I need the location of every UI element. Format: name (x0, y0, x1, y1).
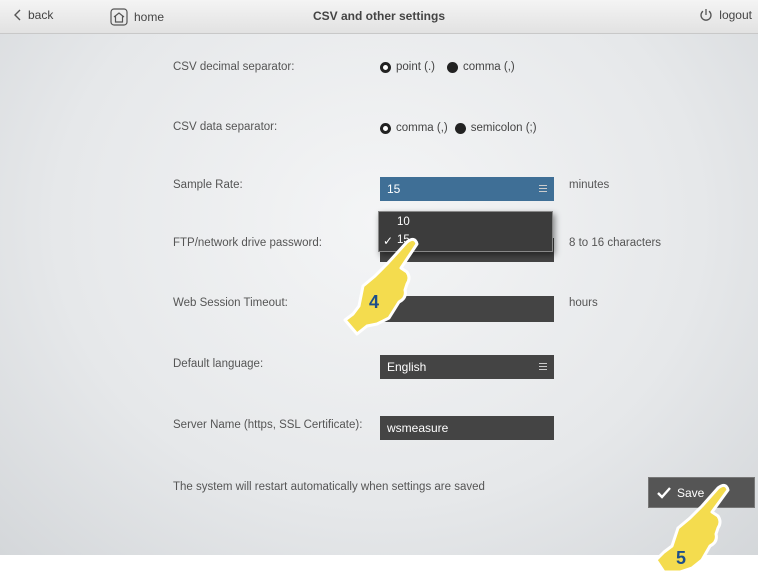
radio-point[interactable]: point (.) (380, 61, 435, 73)
ftp-password-hint: 8 to 16 characters (569, 237, 662, 249)
logout-label: logout (719, 8, 752, 22)
radio-selected-icon (380, 61, 391, 73)
session-timeout-unit: hours (569, 297, 598, 309)
step-5-label: 5 (676, 548, 686, 568)
server-name-label: Server Name (https, SSL Certificate): (173, 419, 363, 431)
server-name-input[interactable]: wsmeasure (380, 416, 554, 440)
pointing-hand-icon: 5 (654, 483, 730, 573)
radio-comma-data-label: comma (,) (396, 122, 448, 134)
session-timeout-label: Web Session Timeout: (173, 297, 288, 309)
sample-rate-unit: minutes (569, 179, 610, 191)
default-language-label: Default language: (173, 358, 264, 370)
radio-semicolon-label: semicolon (;) (470, 122, 537, 134)
step-4-label: 4 (369, 292, 379, 312)
pointing-hand-icon: 4 (343, 237, 419, 336)
dropdown-option-10[interactable]: 10 (397, 216, 410, 228)
power-icon (700, 9, 712, 21)
radio-semicolon[interactable]: semicolon (;) (454, 122, 537, 134)
sample-rate-select[interactable]: 15 (380, 177, 554, 201)
radio-comma[interactable]: comma (,) (447, 61, 515, 73)
radio-unselected-icon (454, 122, 466, 134)
radio-point-label: point (.) (396, 61, 435, 73)
logout-button[interactable]: logout (699, 8, 752, 22)
radio-unselected-icon (447, 61, 458, 73)
radio-comma-label: comma (,) (463, 61, 515, 73)
top-bar: back home CSV and other settings logout (0, 0, 758, 34)
ftp-password-label: FTP/network drive password: (173, 237, 322, 249)
radio-selected-icon (380, 122, 391, 134)
default-language-value: English (387, 360, 427, 374)
sample-rate-label: Sample Rate: (173, 179, 243, 191)
menu-icon (539, 185, 547, 192)
radio-comma-data[interactable]: comma (,) (380, 122, 448, 134)
decimal-separator-options: point (.) comma (,) (380, 61, 515, 73)
sample-rate-value: 15 (387, 182, 401, 196)
data-separator-label: CSV data separator: (173, 121, 278, 133)
menu-icon (539, 363, 547, 370)
page-title: CSV and other settings (312, 9, 446, 23)
data-separator-options: comma (,) semicolon (;) (380, 122, 537, 134)
default-language-select[interactable]: English (380, 355, 554, 379)
restart-note: The system will restart automatically wh… (173, 481, 485, 493)
decimal-separator-label: CSV decimal separator: (173, 61, 295, 73)
server-name-value: wsmeasure (387, 421, 449, 435)
